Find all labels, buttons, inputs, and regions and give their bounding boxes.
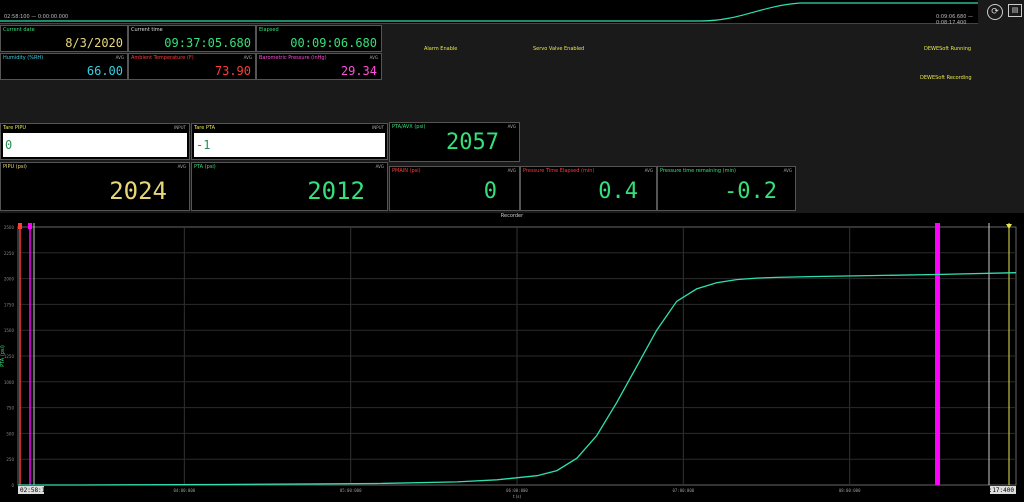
elapsed-cell: Elapsed 00:09:06.680: [256, 25, 382, 52]
pipu-value: 2024: [109, 177, 167, 205]
tare-pipu-tag: INPUT: [174, 125, 186, 130]
barometric-label: Barometric Pressure (inHg): [259, 55, 327, 61]
pressure-time-elapsed-value: 0.4: [598, 179, 638, 204]
dewesoft-running-status: DEWESoft Running: [924, 46, 972, 52]
pmain-meter: PMAIN (psi) AVG 0: [389, 166, 520, 211]
barometric-cell: Barometric Pressure (inHg) AVG 29.34: [256, 53, 382, 80]
current-date-label: Current date: [3, 27, 35, 33]
ambient-temp-label: Ambient Temperature (F): [131, 55, 194, 61]
x-tick-label: 06:00:000: [506, 488, 528, 493]
y-axis-label: PTA (psi): [0, 345, 6, 367]
recorder-panel: Recorder 2500 2250 2000 1750 1500 1250 1000 750…: [0, 213, 1024, 502]
y-tick-label: 1750: [4, 302, 15, 307]
pta-value: 2012: [307, 177, 365, 205]
tare-pipu-input[interactable]: [3, 133, 187, 157]
pressure-time-remaining-value: -0.2: [724, 179, 777, 204]
y-tick-label: 2000: [4, 277, 15, 282]
ambient-temp-value: 73.90: [214, 64, 251, 78]
ptavax-label: PTA/AVX (psi): [392, 124, 426, 130]
pmain-value: 0: [483, 179, 497, 204]
cursor-start-magenta-handle: [28, 223, 32, 229]
cursor-end-magenta: [935, 223, 940, 485]
ambient-temp-cell: Ambient Temperature (F) AVG 73.90: [128, 53, 256, 80]
pressure-time-remaining-label: Pressure time remaining (min): [660, 168, 736, 174]
tare-pta-tag: INPUT: [372, 125, 384, 130]
ptavax-meter: PTA/AVX (psi) AVG 2057: [389, 122, 520, 162]
tare-pipu-label: Tare PIPU: [3, 125, 27, 131]
current-time-label: Current time: [131, 27, 163, 33]
elapsed-value: 00:09:06.680: [290, 36, 377, 50]
pipu-meter: PIPU (psi) AVG 2024: [0, 162, 190, 211]
alarm-enable-status: Alarm Enable: [424, 46, 458, 52]
ptavax-value: 2057: [446, 130, 499, 155]
humidity-value: 66.00: [86, 64, 123, 78]
y-tick-label: 1500: [4, 328, 15, 333]
barometric-value: 29.34: [340, 64, 377, 78]
x-tick-label: 07:00:000: [672, 488, 694, 493]
y-tick-label: 2500: [4, 225, 15, 230]
tare-pta-label: Tare PTA: [194, 125, 216, 131]
x-tick-label: 02:58:100: [20, 487, 53, 494]
x-tick-label: 05:00:000: [340, 488, 362, 493]
pta-label: PTA (psi): [194, 164, 216, 170]
pressure-time-elapsed-meter: Pressure Time Elapsed (min) AVG 0.4: [520, 166, 657, 211]
x-tick-label: 08:00:000: [839, 488, 861, 493]
current-time-cell: Current time 09:37:05.680: [128, 25, 256, 52]
pmain-label: PMAIN (psi): [392, 168, 421, 174]
cursor-start-red-handle: [18, 223, 22, 229]
current-date-cell: Current date 8/3/2020: [0, 25, 128, 52]
pmain-tag: AVG: [507, 168, 516, 173]
x-axis-label: t (s): [513, 494, 521, 499]
y-tick-label: 1000: [4, 380, 15, 385]
top-right-toolbar: ⟳ ▤: [980, 0, 1024, 23]
elapsed-label: Elapsed: [259, 27, 279, 33]
humidity-label: Humidity (%RH): [3, 55, 44, 61]
overview-trace: [0, 2, 978, 22]
panel-icon[interactable]: ▤: [1008, 4, 1022, 17]
pipu-label: PIPU (psi): [3, 164, 27, 170]
x-tick-label: 08:17:400: [981, 487, 1014, 494]
y-tick-label: 2250: [4, 251, 15, 256]
y-tick-label: 500: [6, 431, 14, 436]
tare-pipu-cell: Tare PIPU INPUT: [0, 123, 190, 160]
y-tick-label: 0: [11, 483, 14, 488]
current-date-value: 8/3/2020: [65, 36, 123, 50]
tare-pta-cell: Tare PTA INPUT: [191, 123, 388, 160]
pressure-time-remaining-meter: Pressure time remaining (min) AVG -0.2: [657, 166, 796, 211]
y-tick-label: 750: [6, 406, 14, 411]
recorder-title: Recorder: [500, 213, 524, 219]
pressure-time-remaining-tag: AVG: [783, 168, 792, 173]
pressure-time-elapsed-label: Pressure Time Elapsed (min): [523, 168, 595, 174]
barometric-tag: AVG: [369, 55, 378, 60]
pta-tag: AVG: [375, 164, 384, 169]
pipu-tag: AVG: [177, 164, 186, 169]
pressure-time-elapsed-tag: AVG: [644, 168, 653, 173]
recorder-chart[interactable]: 2500225020001750150012501000750500250002…: [0, 223, 1020, 499]
ptavax-tag: AVG: [507, 124, 516, 129]
humidity-tag: AVG: [115, 55, 124, 60]
x-tick-label: 04:00:000: [173, 488, 195, 493]
y-tick-label: 250: [6, 457, 14, 462]
overview-strip[interactable]: 02:58:100 — 0:00:00.000 0:09:06.680 — 0:…: [0, 0, 978, 26]
dewesoft-recording-status: DEWESoft Recording: [920, 75, 972, 81]
current-time-value: 09:37:05.680: [164, 36, 251, 50]
ambient-temp-tag: AVG: [243, 55, 252, 60]
servo-valve-status: Servo Valve Enabled: [533, 46, 585, 52]
humidity-cell: Humidity (%RH) AVG 66.00: [0, 53, 128, 80]
pta-meter: PTA (psi) AVG 2012: [191, 162, 388, 211]
refresh-icon[interactable]: ⟳: [987, 4, 1003, 20]
tare-pta-input[interactable]: [194, 133, 385, 157]
